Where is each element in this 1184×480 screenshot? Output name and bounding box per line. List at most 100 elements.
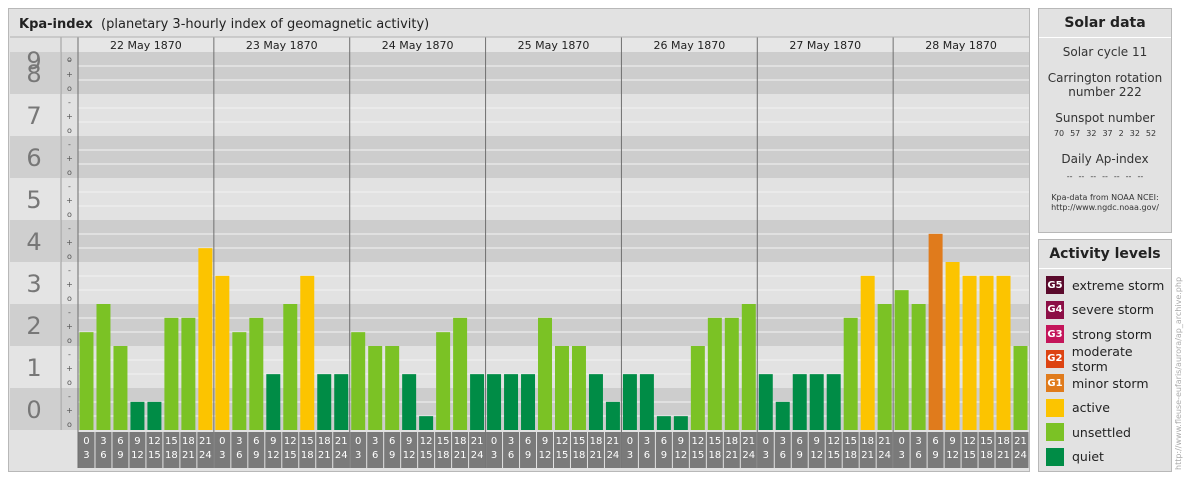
sub-tick-label: - bbox=[68, 350, 71, 359]
carrington-line-1: Carrington rotation bbox=[1047, 71, 1163, 85]
y-tick-label: 7 bbox=[26, 102, 41, 130]
activity-level-list: G5 extreme storm G4 severe storm G3 strong st… bbox=[1039, 269, 1171, 469]
time-bin-end: 9 bbox=[389, 450, 395, 461]
time-bin-start: 21 bbox=[878, 436, 891, 447]
time-bin-end: 9 bbox=[117, 450, 123, 461]
time-bin-start: 18 bbox=[590, 436, 603, 447]
time-bin-start: 12 bbox=[420, 436, 433, 447]
kp-bar bbox=[809, 374, 824, 430]
sub-tick-label: - bbox=[68, 140, 71, 149]
sub-tick-label: o bbox=[67, 420, 72, 429]
time-bin-start: 6 bbox=[932, 436, 938, 447]
time-bin-end: 9 bbox=[525, 450, 531, 461]
time-bin-start: 9 bbox=[949, 436, 955, 447]
time-bin-end: 3 bbox=[491, 450, 497, 461]
ap-value: -- bbox=[1102, 172, 1108, 181]
time-bin-end: 18 bbox=[437, 450, 450, 461]
activity-level-label: unsettled bbox=[1072, 424, 1131, 440]
y-tick-label: 2 bbox=[26, 312, 41, 340]
sunspot-value: 52 bbox=[1145, 129, 1157, 138]
kp-bar bbox=[96, 304, 111, 430]
activity-level-swatch: G3 bbox=[1046, 325, 1064, 344]
sub-tick-label: o bbox=[67, 168, 72, 177]
kp-bar bbox=[860, 275, 875, 430]
y-band bbox=[61, 94, 1029, 136]
time-bin-start: 15 bbox=[573, 436, 586, 447]
time-bin-start: 21 bbox=[607, 436, 620, 447]
ap-index-values: -- -- -- -- -- -- -- bbox=[1039, 172, 1171, 181]
time-bin-end: 9 bbox=[253, 450, 259, 461]
kp-bar bbox=[673, 416, 688, 430]
ap-value: -- bbox=[1078, 172, 1085, 181]
kp-bar bbox=[588, 374, 603, 430]
day-label: 23 May 1870 bbox=[246, 39, 318, 52]
time-bin-end: 15 bbox=[963, 450, 976, 461]
activity-level-extreme-storm: G5 extreme storm bbox=[1039, 273, 1171, 298]
kp-bar bbox=[504, 374, 519, 430]
sub-tick-label: o bbox=[67, 210, 72, 219]
time-bin-end: 6 bbox=[236, 450, 242, 461]
sub-tick-label: + bbox=[66, 238, 73, 247]
time-bin-end: 12 bbox=[131, 450, 144, 461]
kp-bar bbox=[470, 374, 485, 430]
activity-level-label: extreme storm bbox=[1072, 277, 1165, 293]
time-bin-end: 24 bbox=[471, 450, 484, 461]
kp-bar bbox=[622, 374, 637, 430]
kp-bar bbox=[555, 346, 569, 430]
sub-tick-label: - bbox=[68, 308, 71, 317]
time-bin-end: 6 bbox=[644, 450, 650, 461]
kp-bar bbox=[453, 317, 468, 430]
time-bin-start: 18 bbox=[454, 436, 467, 447]
time-bin-end: 21 bbox=[318, 450, 331, 461]
kp-bar bbox=[690, 346, 705, 430]
time-bin-end: 12 bbox=[267, 450, 280, 461]
sub-tick-label: - bbox=[68, 224, 71, 233]
time-bin-end: 6 bbox=[780, 450, 786, 461]
time-bin-start: 15 bbox=[165, 436, 178, 447]
time-bin-start: 21 bbox=[1014, 436, 1027, 447]
kp-bar bbox=[894, 290, 909, 430]
time-bin-end: 18 bbox=[708, 450, 721, 461]
activity-levels-heading: Activity levels bbox=[1039, 240, 1171, 269]
y-tick-label: 4 bbox=[26, 228, 41, 256]
kp-bar bbox=[724, 317, 739, 430]
kp-bar bbox=[215, 275, 230, 430]
y-band bbox=[61, 178, 1029, 220]
time-bin-start: 0 bbox=[219, 436, 225, 447]
time-bin-start: 0 bbox=[491, 436, 497, 447]
kp-bar bbox=[758, 374, 773, 430]
kp-bar bbox=[300, 275, 315, 430]
sub-tick-label: - bbox=[68, 182, 71, 191]
time-bin-start: 15 bbox=[437, 436, 450, 447]
activity-level-swatch: G5 bbox=[1046, 276, 1064, 295]
activity-level-swatch: G1 bbox=[1046, 374, 1064, 393]
time-bin-end: 15 bbox=[556, 450, 569, 461]
sunspot-value: 37 bbox=[1102, 129, 1113, 138]
time-bin-start: 9 bbox=[270, 436, 276, 447]
time-bin-end: 12 bbox=[539, 450, 552, 461]
time-bin-end: 15 bbox=[284, 450, 297, 461]
time-bin-start: 21 bbox=[471, 436, 484, 447]
kp-bar bbox=[266, 374, 281, 430]
sub-tick-label: + bbox=[66, 406, 73, 415]
time-bin-start: 0 bbox=[355, 436, 361, 447]
time-bin-start: 3 bbox=[508, 436, 514, 447]
kp-bar bbox=[436, 332, 451, 430]
activity-level-label: strong storm bbox=[1072, 326, 1152, 342]
time-bin-end: 21 bbox=[182, 450, 195, 461]
data-source-link[interactable]: http://www.ngdc.noaa.gov/ bbox=[1039, 203, 1171, 213]
y-tick-label: 6 bbox=[26, 144, 41, 172]
time-bin-start: 12 bbox=[691, 436, 704, 447]
time-bin-start: 3 bbox=[915, 436, 921, 447]
time-bin-end: 3 bbox=[219, 450, 225, 461]
sunspot-label: Sunspot number bbox=[1055, 111, 1155, 125]
time-bin-end: 3 bbox=[763, 450, 769, 461]
time-bin-end: 12 bbox=[946, 450, 959, 461]
time-bin-end: 12 bbox=[403, 450, 416, 461]
activity-level-swatch: G2 bbox=[1046, 349, 1064, 368]
sub-tick-label: - bbox=[68, 392, 71, 401]
y-band bbox=[61, 136, 1029, 178]
time-bin-start: 3 bbox=[780, 436, 786, 447]
y-tick-label: 0 bbox=[26, 396, 41, 424]
time-bin-end: 6 bbox=[100, 450, 106, 461]
